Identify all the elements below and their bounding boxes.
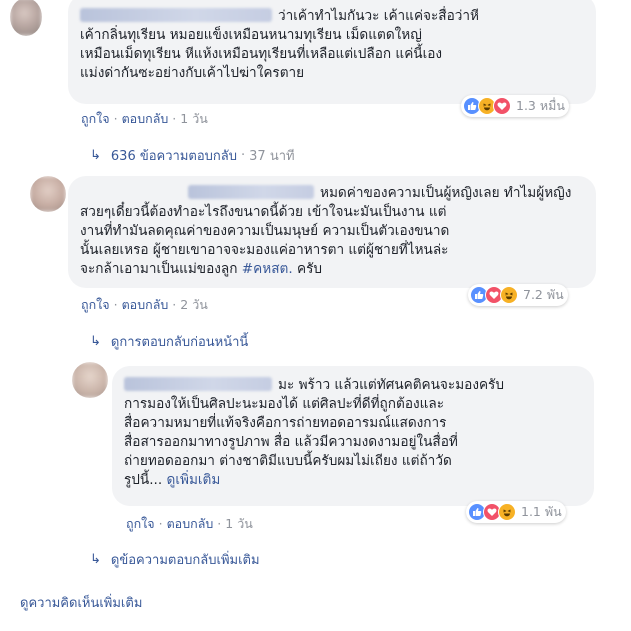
comment-text: มะ พร้าว แล้วแต่ทัศนคติคนจะมองครับ การมอ… xyxy=(124,377,504,488)
reply-arrow-icon: ↳ xyxy=(90,334,101,349)
commenter-name[interactable] xyxy=(80,8,272,22)
timestamp[interactable]: 1 วัน xyxy=(180,111,208,126)
reaction-count: 1.3 หมื่น xyxy=(516,98,565,113)
replies-time: 37 นาที xyxy=(249,149,295,164)
hashtag-link[interactable]: #คหสต. xyxy=(242,261,293,277)
like-link[interactable]: ถูกใจ xyxy=(81,297,110,312)
avatar[interactable] xyxy=(72,362,108,398)
reaction-summary[interactable]: 7.2 พัน xyxy=(468,284,568,306)
reply-link[interactable]: ตอบกลับ xyxy=(167,516,214,531)
replies-count-label[interactable]: 636 ข้อความตอบกลับ xyxy=(111,145,237,166)
like-link[interactable]: ถูกใจ xyxy=(126,516,155,531)
reply-link[interactable]: ตอบกลับ xyxy=(122,297,169,312)
comment-text: หมดค่าของความเป็นผู้หญิงเลย ทำไมผู้หญิง … xyxy=(80,185,572,277)
view-more-replies-link[interactable]: ↳ ดูข้อความตอบกลับเพิ่มเติม xyxy=(90,549,260,570)
see-more-link[interactable]: ดูเพิ่มเติม xyxy=(167,472,221,488)
comment-bubble: มะ พร้าว แล้วแต่ทัศนคติคนจะมองครับ การมอ… xyxy=(112,366,594,506)
reaction-count: 7.2 พัน xyxy=(523,287,564,302)
view-replies-link[interactable]: ↳ 636 ข้อความตอบกลับ · 37 นาที xyxy=(90,145,295,166)
haha-reaction-icon xyxy=(500,286,518,304)
reaction-summary[interactable]: 1.3 หมื่น xyxy=(461,95,569,117)
timestamp[interactable]: 1 วัน xyxy=(225,516,253,531)
view-more-comments-link[interactable]: ดูความคิดเห็นเพิ่มเติม xyxy=(20,592,142,613)
comment-bubble: หมดค่าของความเป็นผู้หญิงเลย ทำไมผู้หญิง … xyxy=(68,176,596,288)
haha-reaction-icon xyxy=(498,503,516,521)
comment-actions: ถูกใจ · ตอบกลับ · 2 วัน xyxy=(81,297,208,312)
comment-bubble: ว่าเค้าทำไมกันวะ เค้าแค่จะสื่อว่าหี เค้า… xyxy=(68,0,596,104)
comment-actions: ถูกใจ · ตอบกลับ · 1 วัน xyxy=(81,111,208,126)
timestamp[interactable]: 2 วัน xyxy=(180,297,208,312)
reply-arrow-icon: ↳ xyxy=(90,552,101,567)
commenter-name[interactable] xyxy=(188,185,314,199)
reaction-count: 1.1 พัน xyxy=(521,504,562,519)
comment-actions: ถูกใจ · ตอบกลับ · 1 วัน xyxy=(126,516,253,531)
like-link[interactable]: ถูกใจ xyxy=(81,111,110,126)
reply-link[interactable]: ตอบกลับ xyxy=(122,111,169,126)
avatar[interactable] xyxy=(30,176,66,212)
view-previous-replies-link[interactable]: ↳ ดูการตอบกลับก่อนหน้านี้ xyxy=(90,331,248,352)
love-reaction-icon xyxy=(493,97,511,115)
more-replies-label[interactable]: ดูข้อความตอบกลับเพิ่มเติม xyxy=(111,549,260,570)
previous-replies-label[interactable]: ดูการตอบกลับก่อนหน้านี้ xyxy=(111,331,248,352)
commenter-name[interactable] xyxy=(124,377,272,391)
avatar[interactable] xyxy=(10,0,42,36)
reply-arrow-icon: ↳ xyxy=(90,148,101,163)
reaction-summary[interactable]: 1.1 พัน xyxy=(466,501,566,523)
